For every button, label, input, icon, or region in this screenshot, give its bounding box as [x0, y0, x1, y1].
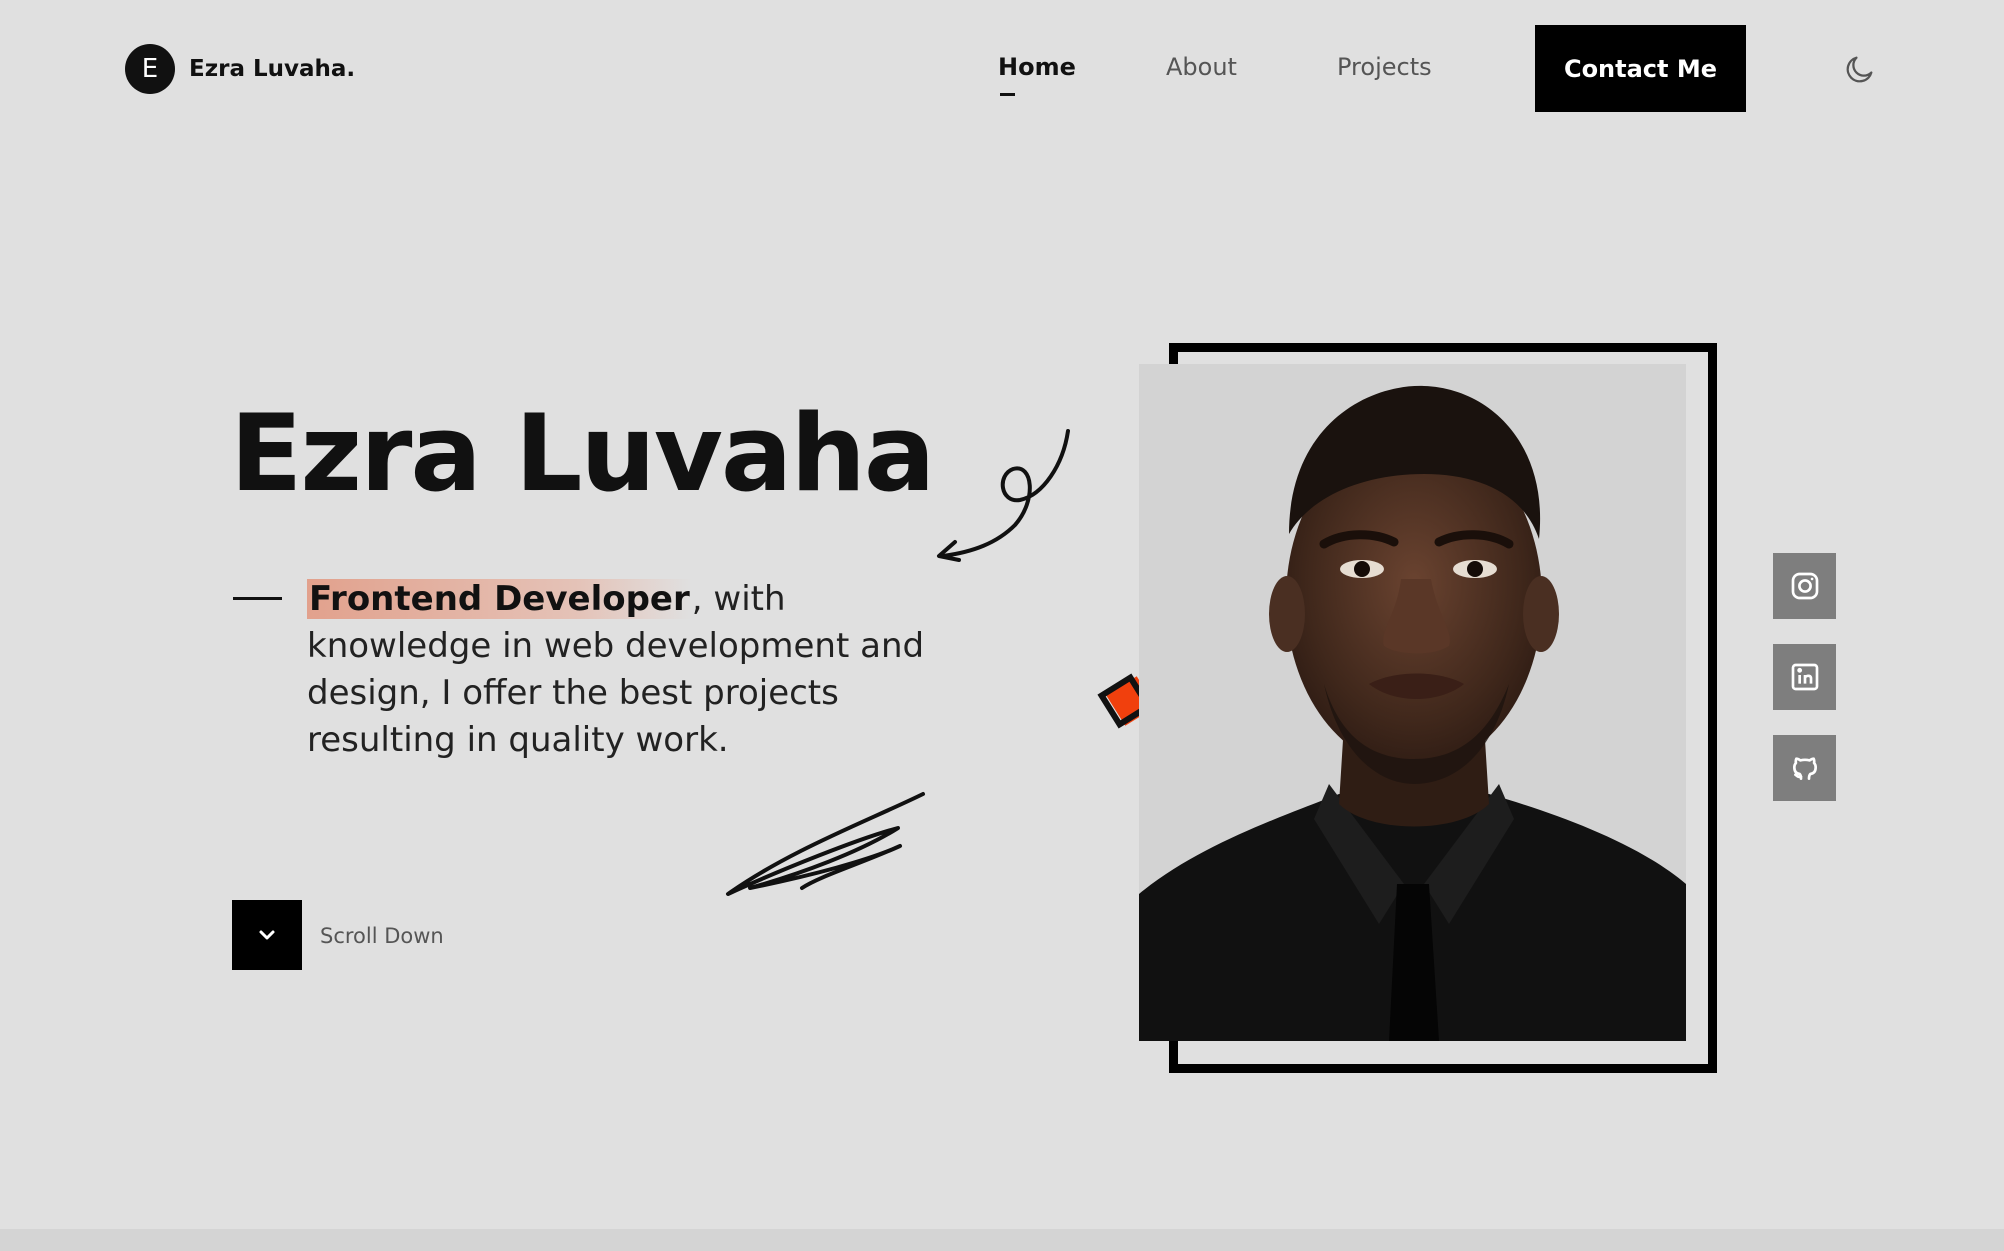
hero-name: Ezra Luvaha	[230, 392, 935, 515]
hero-dash	[233, 597, 282, 600]
nav-active-indicator	[1000, 93, 1015, 96]
github-link[interactable]	[1773, 735, 1836, 801]
nav-projects[interactable]: Projects	[1337, 53, 1432, 81]
scroll-down-button[interactable]	[232, 900, 302, 970]
logo-badge: E	[125, 44, 175, 94]
nav-about[interactable]: About	[1166, 53, 1237, 81]
nav-home[interactable]: Home	[998, 53, 1076, 81]
hero-description: Frontend Developer, with knowledge in we…	[307, 576, 967, 764]
scribble-decoration	[726, 792, 925, 896]
logo[interactable]: E Ezra Luvaha.	[125, 44, 355, 94]
github-icon	[1792, 757, 1817, 780]
squiggle-arrow-decoration	[937, 429, 1070, 562]
footer-strip	[0, 1229, 2004, 1251]
linkedin-link[interactable]	[1773, 644, 1836, 710]
scroll-down-label: Scroll Down	[320, 924, 444, 948]
chevron-down-icon	[259, 930, 275, 940]
page: E Ezra Luvaha. Home About Projects Conta…	[0, 0, 2004, 1251]
instagram-icon	[1791, 572, 1818, 600]
contact-me-button[interactable]: Contact Me	[1535, 25, 1746, 112]
hero-role: Frontend Developer	[307, 579, 692, 619]
logo-text: Ezra Luvaha.	[189, 56, 356, 82]
instagram-link[interactable]	[1773, 553, 1836, 619]
linkedin-icon	[1791, 663, 1818, 691]
moon-icon[interactable]	[1843, 52, 1877, 86]
portrait-photo	[1139, 364, 1686, 1041]
